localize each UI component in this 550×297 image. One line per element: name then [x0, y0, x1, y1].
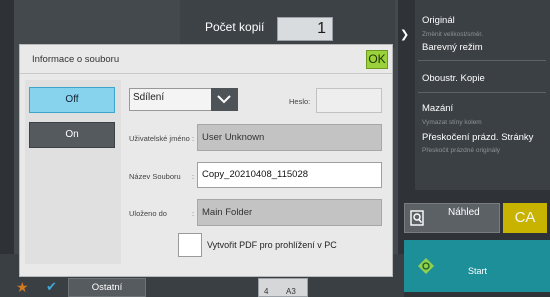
colon-separator: : [192, 134, 195, 143]
menu-divider [418, 92, 546, 93]
right-menu [415, 0, 550, 190]
copies-input[interactable]: 1 [277, 17, 333, 41]
user-name-field: User Unknown [197, 124, 382, 151]
preview-label: Náhled [448, 207, 480, 218]
password-label: Heslo: [289, 97, 311, 106]
dialog-divider [20, 73, 392, 74]
password-field[interactable] [316, 88, 382, 113]
star-icon[interactable]: ★ [16, 280, 29, 294]
menu-item-erase-sub: Vymazat stíny kolem [422, 119, 482, 126]
left-edge-strip [0, 0, 14, 297]
ok-button[interactable]: OK [366, 50, 388, 69]
copies-label: Počet kopií [205, 20, 265, 34]
check-icon[interactable]: ✔ [46, 280, 57, 293]
pdf-checkbox-label: Vytvořit PDF pro prohlížení v PC [207, 240, 337, 250]
menu-item-original-sub: Změnit velikost/směr. [422, 31, 484, 38]
preview-icon [410, 210, 424, 226]
pdf-checkbox[interactable] [178, 233, 202, 257]
dialog-title: Informace o souboru [32, 54, 120, 65]
off-toggle-button[interactable]: Off [29, 87, 115, 113]
chevron-down-icon [217, 95, 231, 104]
menu-item-color-mode[interactable]: Barevný režim [422, 42, 483, 53]
file-name-label: Název Souboru [129, 172, 181, 181]
menu-item-erase[interactable]: Mazání [422, 103, 453, 114]
menu-item-skip-blank-sub: Přeskočit prázdné originály [422, 147, 501, 154]
user-name-label: Uživatelské jméno [129, 134, 190, 143]
saved-to-field: Main Folder [197, 199, 382, 226]
saved-to-label: Uloženo do [129, 209, 167, 218]
other-button[interactable]: Ostatní [68, 278, 146, 297]
file-name-input[interactable]: Copy_20210408_115028 [197, 162, 382, 188]
chevron-right-icon[interactable]: ❯ [400, 28, 410, 41]
on-toggle-button[interactable]: On [29, 122, 115, 148]
menu-item-skip-blank[interactable]: Přeskočení prázd. Stránky [422, 132, 533, 143]
paper-tray-size: A3 [286, 287, 296, 296]
menu-divider [418, 60, 546, 61]
ca-button[interactable]: CA [503, 203, 547, 233]
colon-separator: : [192, 172, 195, 181]
menu-item-original[interactable]: Originál [422, 15, 455, 26]
start-label: Start [468, 266, 488, 276]
start-icon [418, 258, 434, 274]
menu-item-duplex[interactable]: Oboustr. Kopie [422, 73, 485, 84]
paper-tray-number: 4 [264, 287, 269, 296]
colon-separator: : [192, 209, 195, 218]
share-select-value: Sdílení [133, 92, 165, 103]
